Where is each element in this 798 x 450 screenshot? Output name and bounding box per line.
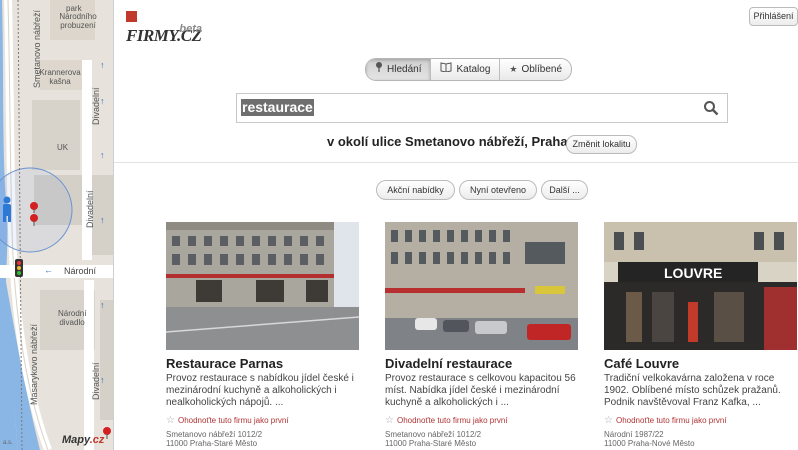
change-location-button[interactable]: Změnit lokalitu [566, 135, 637, 154]
result-description: Provoz restaurace s celkovou kapacitou 5… [385, 373, 576, 408]
oneway-arrow-icon: ↑ [100, 60, 105, 70]
oneway-arrow-icon: ↑ [100, 300, 105, 310]
oneway-arrow-icon: ← [44, 265, 53, 275]
map-label-narodni-probuzeni: Národního probuzení [59, 12, 97, 30]
address-city: 11000 Praha-Nové Město [604, 439, 695, 448]
address-city: 11000 Praha-Staré Město [166, 439, 258, 448]
rate-label[interactable]: Ohodnoťte tuto firmu jako první [178, 416, 289, 425]
oneway-arrow-icon: ↑ [100, 375, 105, 385]
logo-square-icon [126, 11, 137, 22]
address-street: Smetanovo nábřeží 1012/2 [166, 430, 263, 439]
result-card[interactable]: Divadelní restaurace Provoz restaurace s… [385, 222, 578, 448]
tab-search[interactable]: Hledání [366, 59, 432, 80]
location-text: v okolí ulice Smetanovo nábřeží, Praha [327, 134, 568, 149]
result-name[interactable]: Divadelní restaurace [385, 356, 578, 371]
divider [114, 162, 798, 163]
filter-more[interactable]: Další ... [541, 180, 588, 200]
mapy-logo[interactable]: Mapy.cz [62, 434, 104, 446]
map-panel[interactable]: park Národního probuzení Krannerova kašn… [0, 0, 114, 450]
filter-open-now[interactable]: Nyní otevřeno [459, 180, 537, 200]
rate-link[interactable]: ☆ Ohodnoťte tuto firmu jako první [166, 415, 359, 426]
star-outline-icon[interactable]: ☆ [604, 415, 613, 426]
oneway-arrow-icon: ↑ [100, 215, 105, 225]
rate-label[interactable]: Ohodnoťte tuto firmu jako první [397, 416, 508, 425]
mapy-logo-tld: .cz [89, 434, 105, 446]
louvre-sign: LOUVRE [664, 265, 722, 281]
map-label-divadelni-mid: Divadelní [85, 190, 95, 228]
tab-label: Katalog [456, 64, 491, 75]
address-street: Smetanovo nábřeží 1012/2 [385, 430, 482, 439]
tab-catalog[interactable]: Katalog [431, 59, 501, 80]
rate-link[interactable]: ☆ Ohodnoťte tuto firmu jako první [385, 415, 578, 426]
star-icon: ★ [509, 64, 518, 74]
result-name[interactable]: Café Louvre [604, 356, 797, 371]
filter-special-offers[interactable]: Akční nabídky [376, 180, 455, 200]
search-icon[interactable] [703, 100, 719, 116]
result-photo[interactable]: LOUVRE [604, 222, 797, 350]
tab-label: Oblíbené [521, 64, 563, 75]
map-label-divadelni-top: Divadelní [91, 87, 101, 125]
rate-link[interactable]: ☆ Ohodnoťte tuto firmu jako první [604, 415, 797, 426]
firmy-logo[interactable]: FIRMY.CZ beta [126, 6, 208, 45]
search-input[interactable]: restaurace [236, 93, 728, 123]
book-icon [440, 59, 452, 80]
person-icon[interactable] [0, 196, 14, 222]
login-button[interactable]: Přihlášení [749, 7, 798, 26]
result-description: Tradiční velkokavárna založena v roce 19… [604, 373, 781, 408]
mode-tabs: Hledání Katalog ★ Oblíbené [365, 58, 573, 81]
map-label-narodni-divadlo: Národní divadlo [58, 309, 87, 327]
tab-favorites[interactable]: ★ Oblíbené [500, 59, 571, 80]
result-address: Smetanovo nábřeží 1012/2 11000 Praha-Sta… [385, 430, 578, 448]
pin-icon [375, 59, 383, 80]
map-label-smetanovo: Smetanovo nábřeží [32, 9, 42, 88]
map-copyright: a.s. [3, 440, 13, 446]
star-outline-icon[interactable]: ☆ [385, 415, 394, 426]
address-street: Národní 1987/22 [604, 430, 664, 439]
search-query[interactable]: restaurace [241, 99, 314, 116]
result-photo[interactable] [166, 222, 359, 350]
address-city: 11000 Praha-Staré Město [385, 439, 477, 448]
tab-label: Hledání [387, 64, 422, 75]
result-description: Provoz restaurace s nabídkou jídel české… [166, 373, 354, 408]
result-card[interactable]: Restaurace Parnas Provoz restaurace s na… [166, 222, 359, 448]
result-card[interactable]: LOUVRE Café Louvre Tradiční velkokavárna… [604, 222, 797, 448]
oneway-arrow-icon: ↑ [100, 96, 105, 106]
map-label-uk: UK [57, 143, 69, 152]
map-pin-icon[interactable] [28, 201, 40, 227]
traffic-light-icon [15, 259, 23, 277]
rate-label[interactable]: Ohodnoťte tuto firmu jako první [616, 416, 727, 425]
oneway-arrow-icon: ↑ [100, 150, 105, 160]
result-address: Smetanovo nábřeží 1012/2 11000 Praha-Sta… [166, 430, 359, 448]
map-label-narodni: Národní [64, 266, 97, 276]
mapy-logo-main: Mapy [62, 434, 90, 446]
result-address: Národní 1987/22 11000 Praha-Nové Město [604, 430, 797, 448]
result-name[interactable]: Restaurace Parnas [166, 356, 359, 371]
map-label-masarykovo: Masarykovo nábřeží [29, 323, 39, 405]
result-photo[interactable] [385, 222, 578, 350]
map-label-krannerova-kasna: Krannerova kašna [39, 68, 81, 86]
logo-beta: beta [179, 23, 202, 35]
star-outline-icon[interactable]: ☆ [166, 415, 175, 426]
